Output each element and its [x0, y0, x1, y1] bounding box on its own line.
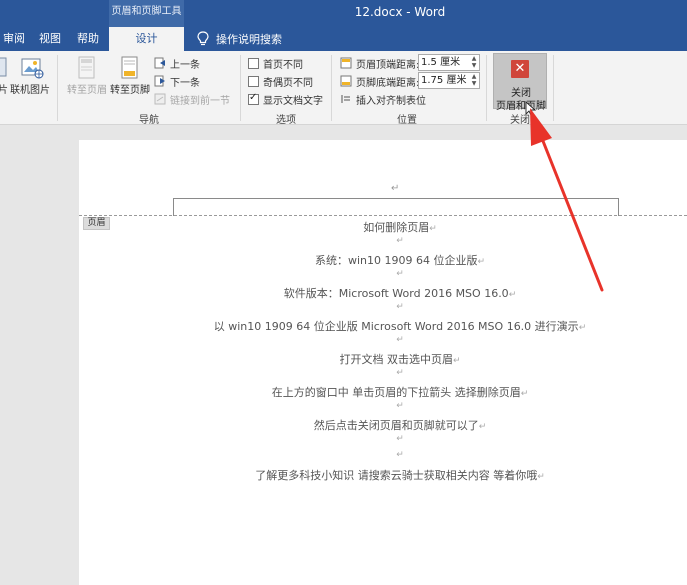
tell-me-search[interactable]: 操作说明搜索	[196, 27, 282, 51]
different-first-page-label: 首页不同	[263, 59, 303, 71]
lightbulb-icon	[197, 31, 209, 46]
options-group-label: 选项	[276, 115, 296, 126]
show-document-text-checkbox[interactable]: 显示文档文字	[248, 90, 323, 108]
next-icon	[154, 75, 165, 87]
document-title: 12.docx - Word	[354, 5, 446, 19]
close-button-label-line2: 页眉和页脚	[496, 101, 546, 112]
tab-help[interactable]: 帮助	[77, 27, 99, 51]
body-line-3[interactable]: 软件版本：Microsoft Word 2016 MSO 16.0↵	[80, 285, 687, 301]
header-boundary-line	[79, 215, 687, 216]
footer-position-icon	[340, 75, 352, 87]
show-document-text-label: 显示文档文字	[263, 95, 323, 107]
goto-footer-button[interactable]: 转至页脚	[110, 81, 150, 96]
body-line-7[interactable]: 然后点击关闭页眉和页脚就可以了↵	[80, 417, 687, 433]
body-line-8[interactable]: 了解更多科技小知识 请搜索云骑士获取相关内容 等着你哦↵	[80, 467, 687, 483]
body-line-2[interactable]: 系统：win10 1909 64 位企业版↵	[80, 252, 687, 268]
paragraph-mark: ↵	[396, 269, 404, 279]
contextual-tab-group-label: 页眉和页脚工具	[109, 0, 184, 27]
paragraph-mark: ↵	[396, 434, 404, 444]
different-odd-even-checkbox[interactable]: 奇偶页不同	[248, 72, 313, 90]
footer-bottom-distance-input[interactable]: 1.75 厘米 ▲ ▼	[418, 72, 480, 89]
link-to-previous-label: 链接到前一节	[170, 95, 230, 107]
header-top-distance-label-row: 页眉顶端距离:	[340, 54, 419, 72]
ribbon: 片 联机图片 转至页眉 转至页脚 上一条 下一条 链接到前一节 导航 首页不同 …	[0, 51, 687, 126]
separator	[553, 55, 554, 121]
online-pictures-icon	[21, 58, 44, 79]
previous-label: 上一条	[170, 59, 200, 71]
tab-view[interactable]: 视图	[39, 27, 61, 51]
link-icon	[154, 93, 166, 105]
previous-button[interactable]: 上一条	[154, 54, 200, 72]
link-to-previous-button[interactable]: 链接到前一节	[154, 90, 230, 108]
body-line-4[interactable]: 以 win10 1909 64 位企业版 Microsoft Word 2016…	[80, 318, 687, 334]
separator	[57, 55, 58, 121]
paragraph-mark: ↵	[396, 450, 404, 460]
footer-bottom-distance-label-row: 页脚底端距离:	[340, 72, 419, 90]
checkbox-box	[248, 57, 259, 69]
goto-header-icon	[78, 56, 95, 79]
insert-alignment-tab-label: 插入对齐制表位	[356, 95, 426, 107]
separator	[486, 55, 487, 121]
paragraph-mark: ↵	[396, 335, 404, 345]
ribbon-tab-row: 审阅 视图 帮助 设计 操作说明搜索	[0, 27, 687, 51]
goto-footer-icon	[121, 56, 138, 79]
tab-review[interactable]: 审阅	[3, 27, 25, 51]
different-odd-even-label: 奇偶页不同	[263, 77, 313, 89]
clipart-icon	[0, 57, 7, 77]
footer-bottom-distance-label: 页脚底端距离:	[356, 77, 420, 89]
tell-me-label: 操作说明搜索	[216, 32, 282, 46]
paragraph-mark: ↵	[396, 401, 404, 411]
header-top-distance-input[interactable]: 1.5 厘米 ▲ ▼	[418, 54, 480, 71]
next-button[interactable]: 下一条	[154, 72, 200, 90]
header-area[interactable]	[173, 198, 619, 216]
close-header-footer-button[interactable]: ✕ 关闭 页眉和页脚	[493, 53, 547, 112]
checkbox-box-checked	[248, 92, 259, 105]
footer-bottom-distance-value: 1.75 厘米	[421, 75, 467, 86]
mouse-pointer-icon	[525, 101, 537, 117]
word-window: 页眉和页脚工具 12.docx - Word 审阅 视图 帮助 设计 操作说明搜…	[0, 0, 687, 585]
checkbox-box	[248, 75, 259, 87]
header-top-distance-value: 1.5 厘米	[421, 57, 461, 68]
next-label: 下一条	[170, 77, 200, 89]
spin-arrows-icon[interactable]: ▲ ▼	[470, 55, 478, 70]
body-line-6[interactable]: 在上方的窗口中 单击页眉的下拉箭头 选择删除页眉↵	[80, 384, 687, 400]
insert-item-label[interactable]: 片	[0, 81, 8, 96]
paragraph-mark: ↵	[396, 368, 404, 378]
previous-icon	[154, 57, 165, 69]
position-group-label: 位置	[397, 115, 417, 126]
header-position-icon	[340, 57, 352, 69]
insert-alignment-tab-button[interactable]: 插入对齐制表位	[340, 90, 426, 108]
body-line-1[interactable]: 如何删除页眉↵	[80, 219, 687, 235]
navigation-group-label: 导航	[139, 115, 159, 126]
alignment-tab-icon	[341, 95, 350, 103]
paragraph-mark: ↵	[396, 236, 404, 246]
paragraph-mark: ↵	[396, 302, 404, 312]
different-first-page-checkbox[interactable]: 首页不同	[248, 54, 303, 72]
goto-header-button[interactable]: 转至页眉	[67, 81, 107, 96]
header-paragraph-mark: ↵	[391, 183, 400, 194]
separator	[240, 55, 241, 121]
header-top-distance-label: 页眉顶端距离:	[356, 59, 420, 71]
title-bar: 页眉和页脚工具 12.docx - Word	[0, 0, 687, 27]
body-line-5[interactable]: 打开文档 双击选中页眉↵	[80, 351, 687, 367]
online-pictures-button[interactable]: 联机图片	[10, 81, 50, 96]
close-group-label: 关闭	[510, 115, 530, 126]
spin-arrows-icon[interactable]: ▲ ▼	[470, 73, 478, 88]
tab-design[interactable]: 设计	[109, 27, 184, 51]
close-icon: ✕	[511, 60, 529, 78]
